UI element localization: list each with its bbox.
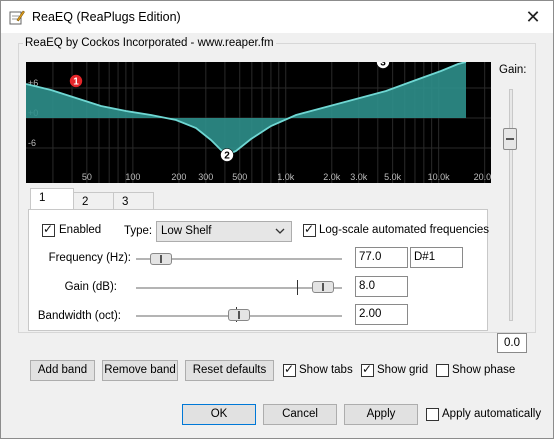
- band-marker-label: 1: [73, 77, 79, 88]
- freq-label: 300: [198, 172, 213, 182]
- enabled-label: Enabled: [59, 224, 102, 236]
- band-marker-label: 3: [380, 62, 386, 69]
- gain-label: Gain:: [499, 64, 527, 76]
- band-marker-label: 2: [224, 151, 230, 162]
- tab-band-1[interactable]: 1: [30, 188, 74, 210]
- gain-value-field[interactable]: 0.0: [497, 333, 527, 353]
- freq-label: 1.0k: [277, 172, 295, 182]
- freq-label: 2.0k: [323, 172, 341, 182]
- add-band-button[interactable]: Add band: [30, 360, 95, 381]
- bandwidth-slider-thumb[interactable]: [228, 309, 250, 321]
- freq-label: 10.0k: [428, 172, 451, 182]
- freq-label: 20.0k: [474, 172, 491, 182]
- freq-label: 500: [232, 172, 247, 182]
- freq-label: 100: [125, 172, 140, 182]
- gain-db-label: Gain (dB):: [64, 281, 117, 293]
- ok-button[interactable]: OK: [182, 404, 256, 425]
- db-label: -6: [28, 138, 36, 148]
- frequency-slider-thumb[interactable]: [150, 253, 172, 265]
- show-tabs-checkbox[interactable]: [283, 362, 296, 377]
- gain-db-slider-thumb[interactable]: [312, 281, 334, 293]
- logscale-label: Log-scale automated frequencies: [319, 224, 490, 236]
- chevron-down-icon: [275, 228, 285, 234]
- frequency-label: Frequency (Hz):: [48, 252, 131, 264]
- enabled-checkbox[interactable]: [42, 222, 55, 237]
- freq-label: 3.0k: [350, 172, 368, 182]
- apply-button[interactable]: Apply: [344, 404, 418, 425]
- freq-label: 5.0k: [384, 172, 402, 182]
- gain-slider-thumb[interactable]: [503, 128, 517, 150]
- curve-fill: [26, 62, 466, 155]
- reaeq-window: ReaEQ (ReaPlugs Edition) ✕ ReaEQ by Cock…: [0, 0, 554, 439]
- pencil-notepad-icon: [9, 10, 25, 25]
- freq-label: 50: [82, 172, 92, 182]
- remove-band-button[interactable]: Remove band: [102, 360, 178, 381]
- bandwidth-label: Bandwidth (oct):: [37, 310, 121, 322]
- type-select-value: Low Shelf: [161, 225, 212, 237]
- group-label: ReaEQ by Cockos Incorporated - www.reape…: [23, 37, 276, 49]
- show-tabs-label: Show tabs: [299, 364, 353, 376]
- close-icon[interactable]: ✕: [521, 5, 545, 29]
- note-field[interactable]: D#1: [410, 247, 463, 268]
- reset-defaults-button[interactable]: Reset defaults: [185, 360, 274, 381]
- eq-graph[interactable]: +6+0-6501002003005001.0k2.0k3.0k5.0k10.0…: [26, 62, 491, 183]
- apply-automatically-checkbox[interactable]: [426, 408, 439, 421]
- show-phase-label: Show phase: [452, 364, 516, 376]
- gain-zero-tick: [297, 280, 298, 295]
- show-phase-checkbox[interactable]: [436, 364, 449, 377]
- show-grid-label: Show grid: [377, 364, 429, 376]
- show-grid-checkbox[interactable]: [361, 362, 374, 377]
- frequency-field[interactable]: 77.0: [355, 247, 408, 268]
- gain-slider-track[interactable]: [509, 89, 513, 321]
- freq-label: 200: [171, 172, 186, 182]
- gain-db-field[interactable]: 8.0: [355, 276, 408, 297]
- window-title: ReaEQ (ReaPlugs Edition): [32, 10, 181, 24]
- bandwidth-field[interactable]: 2.00: [355, 304, 408, 325]
- type-select[interactable]: Low Shelf: [156, 221, 292, 242]
- type-label: Type:: [124, 225, 153, 237]
- title-bar[interactable]: ReaEQ (ReaPlugs Edition) ✕: [1, 1, 553, 33]
- cancel-button[interactable]: Cancel: [263, 404, 337, 425]
- apply-automatically-label: Apply automatically: [442, 408, 542, 420]
- logscale-checkbox[interactable]: [303, 222, 316, 237]
